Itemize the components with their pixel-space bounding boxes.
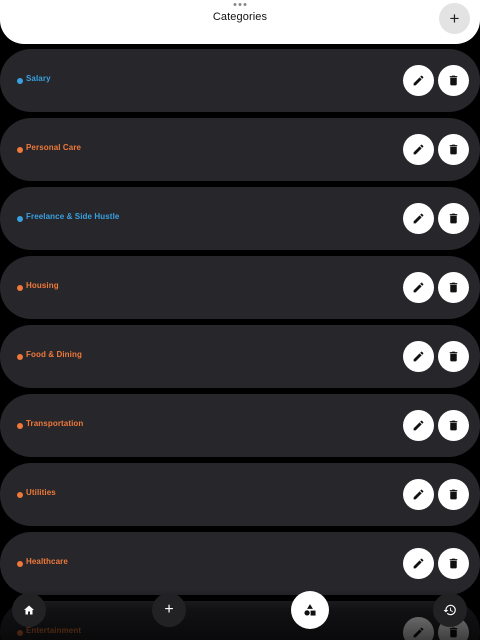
delete-category-button[interactable] — [438, 272, 469, 303]
category-row[interactable]: Salary — [0, 49, 480, 112]
edit-category-button[interactable] — [403, 548, 434, 579]
category-color-dot — [17, 147, 23, 153]
category-label: Healthcare — [26, 557, 68, 566]
edit-category-button[interactable] — [403, 410, 434, 441]
edit-category-button[interactable] — [403, 479, 434, 510]
edit-category-button[interactable] — [403, 203, 434, 234]
page-title: Categories — [212, 11, 268, 23]
trash-icon — [449, 489, 458, 500]
category-label: Transportation — [26, 419, 84, 428]
category-label: Utilities — [26, 488, 56, 497]
categories-screen: Categories + Salary Personal Care Freelanc… — [0, 0, 480, 640]
pencil-icon — [413, 489, 424, 500]
trash-icon — [449, 282, 458, 293]
category-label: Personal Care — [26, 143, 82, 152]
category-color-dot — [17, 492, 23, 498]
category-row[interactable]: Transportation — [0, 394, 480, 457]
history-icon — [443, 604, 456, 616]
category-label: Food & Dining — [26, 350, 82, 359]
pencil-icon — [413, 351, 424, 362]
nav-home-button[interactable] — [12, 593, 46, 627]
category-row[interactable]: Utilities — [0, 463, 480, 526]
category-row[interactable]: Food & Dining — [0, 325, 480, 388]
category-color-dot — [17, 561, 23, 567]
trash-icon — [449, 420, 458, 431]
nav-history-button[interactable] — [433, 593, 467, 627]
category-row[interactable]: Personal Care — [0, 118, 480, 181]
delete-category-button[interactable] — [438, 65, 469, 96]
pencil-icon — [413, 282, 424, 293]
pencil-icon — [413, 213, 424, 224]
add-category-button[interactable]: + — [439, 3, 470, 34]
delete-category-button[interactable] — [438, 548, 469, 579]
trash-icon — [449, 351, 458, 362]
category-label: Freelance & Side Hustle — [26, 212, 120, 221]
edit-category-button[interactable] — [403, 65, 434, 96]
pencil-icon — [413, 144, 424, 155]
nav-add-button[interactable]: + — [152, 593, 186, 627]
category-label: Housing — [26, 281, 59, 290]
trash-icon — [449, 75, 458, 86]
category-color-dot — [17, 78, 23, 84]
category-color-dot — [17, 216, 23, 222]
nav-categories-button[interactable] — [291, 591, 329, 629]
edit-category-button[interactable] — [403, 134, 434, 165]
home-icon — [24, 605, 34, 615]
category-row[interactable]: Healthcare — [0, 532, 480, 595]
trash-icon — [449, 558, 458, 569]
pencil-icon — [413, 558, 424, 569]
edit-category-button[interactable] — [403, 272, 434, 303]
delete-category-button[interactable] — [438, 134, 469, 165]
drag-handle-icon[interactable] — [233, 3, 247, 6]
category-color-dot — [17, 423, 23, 429]
category-label: Salary — [26, 74, 51, 83]
category-row[interactable]: Housing — [0, 256, 480, 319]
delete-category-button[interactable] — [438, 410, 469, 441]
plus-icon: + — [164, 601, 174, 618]
category-color-dot — [17, 354, 23, 360]
category-color-dot — [17, 285, 23, 291]
pencil-icon — [413, 75, 424, 86]
shapes-icon — [304, 604, 316, 616]
category-row[interactable]: Freelance & Side Hustle — [0, 187, 480, 250]
header-bar: Categories + — [0, 0, 480, 44]
delete-category-button[interactable] — [438, 203, 469, 234]
bottom-nav: + — [0, 590, 480, 640]
edit-category-button[interactable] — [403, 341, 434, 372]
delete-category-button[interactable] — [438, 479, 469, 510]
trash-icon — [449, 213, 458, 224]
pencil-icon — [413, 420, 424, 431]
delete-category-button[interactable] — [438, 341, 469, 372]
trash-icon — [449, 144, 458, 155]
